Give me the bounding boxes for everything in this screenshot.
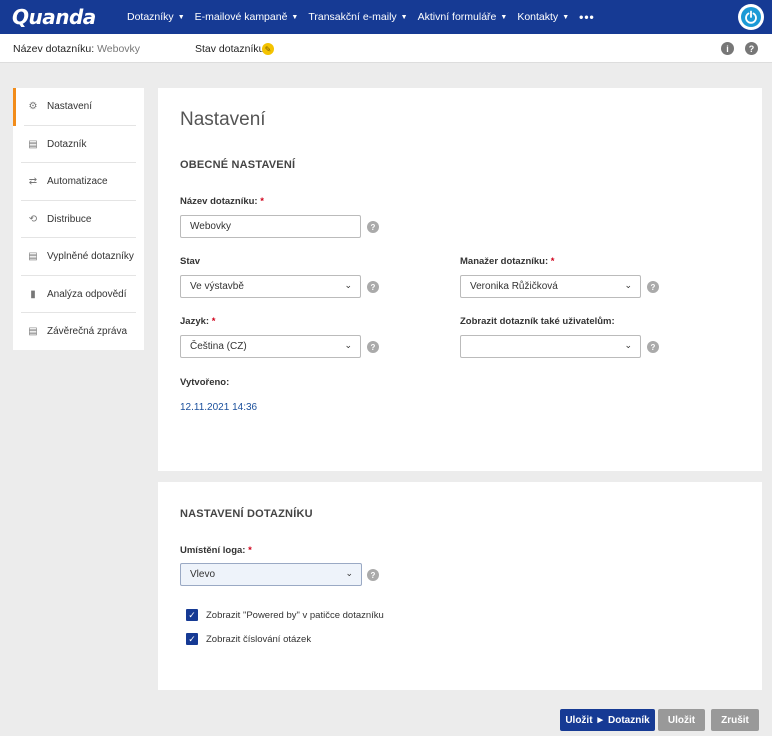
general-settings-card: Nastavení OBECNÉ NASTAVENÍ Název dotazní…	[158, 88, 762, 471]
report-icon: ▤	[28, 326, 38, 338]
power-icon	[741, 7, 761, 27]
questionnaire-info-bar: Název dotazníku: Webovky Stav dotazníku:…	[0, 34, 772, 63]
quanda-logo[interactable]: Quanda	[12, 5, 96, 29]
questionnaire-status-label: Stav dotazníku:	[195, 43, 268, 55]
nav-contacts[interactable]: Kontakty ▼	[517, 11, 569, 23]
sidebar-item-settings[interactable]: ⚙ Nastavení	[13, 88, 144, 126]
help-icon[interactable]: ?	[647, 281, 659, 293]
questionnaire-name-info: Název dotazníku: Webovky	[13, 43, 141, 55]
powered-by-checkbox-row[interactable]: ✓ Zobrazit "Powered by" v patičce dotazn…	[186, 609, 384, 621]
sync-icon: ⇄	[28, 176, 38, 188]
bar-chart-icon: ▮	[30, 288, 36, 300]
distribution-icon: ⟲	[28, 213, 38, 225]
status-edit-icon: ✎	[262, 43, 274, 55]
help-icon[interactable]: ?	[367, 281, 379, 293]
caret-down-icon: ▼	[400, 13, 408, 21]
chevron-down-icon: ⌄	[344, 280, 352, 290]
document-icon: ▤	[28, 138, 38, 150]
top-navigation-bar: Quanda Dotazníky ▼ E-mailové kampaně ▼ Tra…	[0, 0, 772, 34]
help-icon[interactable]: ?	[647, 341, 659, 353]
language-select[interactable]: Čeština (CZ) ⌄	[180, 335, 361, 358]
chevron-down-icon: ⌄	[344, 340, 352, 350]
info-icon[interactable]: i	[721, 42, 734, 55]
language-field-label: Jazyk: *	[180, 316, 216, 327]
page-title: Nastavení	[180, 109, 266, 130]
question-numbering-checkbox-row[interactable]: ✓ Zobrazit číslování otázek	[186, 633, 311, 645]
cancel-button[interactable]: Zrušit	[711, 709, 759, 731]
sidebar-item-responses[interactable]: ▤ Vyplněné dotazníky	[13, 238, 144, 276]
questionnaire-section-title: NASTAVENÍ DOTAZNÍKU	[180, 508, 313, 520]
nav-dotazniky[interactable]: Dotazníky ▼	[127, 11, 185, 23]
nav-active-forms[interactable]: Aktivní formuláře ▼	[418, 11, 508, 23]
save-and-open-button[interactable]: Uložit ► Dotazník	[560, 709, 655, 731]
help-icon[interactable]: ?	[367, 569, 379, 581]
chevron-down-icon: ⌄	[624, 280, 632, 290]
required-mark: *	[211, 316, 216, 327]
sidebar-item-final-report[interactable]: ▤ Závěrečná zpráva	[13, 313, 144, 351]
share-field-label: Zobrazit dotazník také uživatelům:	[460, 316, 615, 327]
help-icon[interactable]: ?	[367, 341, 379, 353]
main-nav: Dotazníky ▼ E-mailové kampaně ▼ Transakční…	[127, 0, 605, 34]
checkbox-checked[interactable]: ✓	[186, 633, 198, 645]
required-mark: *	[550, 256, 555, 267]
name-input[interactable]: Webovky	[180, 215, 361, 238]
created-value: 12.11.2021 14:36	[180, 402, 258, 413]
caret-down-icon: ▼	[291, 13, 299, 21]
required-mark: *	[248, 545, 252, 556]
state-select[interactable]: Ve výstavbě ⌄	[180, 275, 361, 298]
document-check-icon: ▤	[28, 251, 38, 263]
sidebar-item-questionnaire[interactable]: ▤ Dotazník	[13, 126, 144, 164]
nav-transactional-emails[interactable]: Transakční e-maily ▼	[308, 11, 407, 23]
caret-down-icon: ▼	[562, 13, 570, 21]
state-field-label: Stav	[180, 256, 201, 267]
chevron-down-icon: ⌄	[345, 568, 353, 578]
chevron-down-icon: ⌄	[624, 340, 632, 350]
help-icon[interactable]: ?	[367, 221, 379, 233]
settings-sidebar: ⚙ Nastavení ▤ Dotazník ⇄ Automatizace ⟲ Dist…	[13, 88, 144, 350]
manager-select[interactable]: Veronika Růžičková ⌄	[460, 275, 641, 298]
gear-icon: ⚙	[28, 101, 38, 113]
questionnaire-settings-card: NASTAVENÍ DOTAZNÍKU Umístění loga: * Vle…	[158, 482, 762, 690]
sidebar-item-distribution[interactable]: ⟲ Distribuce	[13, 201, 144, 239]
help-icon[interactable]: ?	[745, 42, 758, 55]
sidebar-item-automation[interactable]: ⇄ Automatizace	[13, 163, 144, 201]
name-field-label: Název dotazníku: *	[180, 196, 264, 207]
caret-down-icon: ▼	[500, 13, 508, 21]
power-button[interactable]	[738, 4, 764, 30]
manager-field-label: Manažer dotazníku: *	[460, 256, 555, 267]
save-button[interactable]: Uložit	[658, 709, 705, 731]
checkbox-checked[interactable]: ✓	[186, 609, 198, 621]
general-section-title: OBECNÉ NASTAVENÍ	[180, 159, 296, 171]
caret-down-icon: ▼	[177, 13, 185, 21]
nav-more-icon[interactable]: •••	[579, 10, 595, 24]
logo-position-select[interactable]: Vlevo ⌄	[180, 563, 362, 586]
sidebar-item-analysis[interactable]: ▮ Analýza odpovědí	[13, 276, 144, 314]
logo-position-label: Umístění loga: *	[180, 545, 252, 556]
nav-email-campaigns[interactable]: E-mailové kampaně ▼	[195, 11, 299, 23]
created-label: Vytvořeno:	[180, 377, 230, 388]
share-users-select[interactable]: ⌄	[460, 335, 641, 358]
required-mark: *	[260, 196, 264, 207]
